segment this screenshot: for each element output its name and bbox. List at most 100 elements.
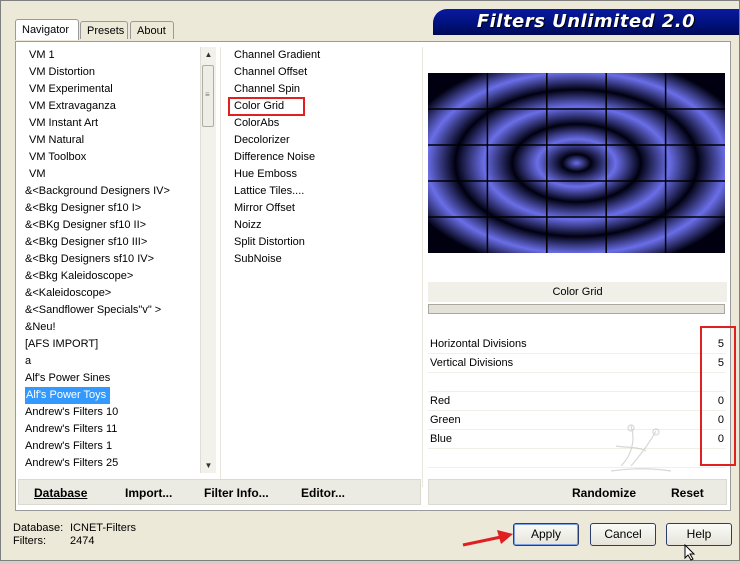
category-item-label: &<Kaleidoscope> bbox=[25, 287, 112, 299]
parameter-label: Vertical Divisions bbox=[430, 357, 514, 369]
category-item-label: &<Background Designers IV> bbox=[25, 185, 170, 197]
category-item[interactable]: Alf's Power Sines bbox=[21, 370, 196, 387]
category-item[interactable]: VM Experimental bbox=[21, 81, 196, 98]
category-item[interactable]: Alf's Power Toys bbox=[21, 387, 196, 404]
category-item[interactable]: &<BKg Designer sf10 II> bbox=[21, 217, 196, 234]
filter-item[interactable]: Split Distortion bbox=[229, 234, 419, 251]
red-arrow-icon bbox=[461, 525, 516, 552]
filter-item[interactable]: Channel Gradient bbox=[229, 47, 419, 64]
randomize-button[interactable]: Randomize bbox=[572, 480, 636, 506]
tab-about[interactable]: About bbox=[130, 21, 174, 39]
category-item[interactable]: Andrew's Filters 10 bbox=[21, 404, 196, 421]
category-item-label: VM Extravaganza bbox=[29, 100, 116, 112]
parameter-row[interactable]: Green 0 bbox=[428, 411, 726, 430]
category-item-label: Andrew's Filters 1 bbox=[25, 440, 113, 452]
parameter-label: Red bbox=[430, 395, 451, 407]
category-scrollbar[interactable]: ▲ ≡ ▼ bbox=[200, 47, 216, 473]
database-status-value: ICNET-Filters bbox=[70, 522, 136, 534]
scroll-down-icon[interactable]: ▼ bbox=[201, 458, 216, 473]
parameter-slider[interactable] bbox=[428, 304, 725, 314]
category-item[interactable]: a bbox=[21, 353, 196, 370]
parameter-label: Green bbox=[430, 414, 461, 426]
filter-item[interactable]: Difference Noise bbox=[229, 149, 419, 166]
parameter-row[interactable]: Blue 0 bbox=[428, 430, 726, 449]
category-item[interactable]: VM Extravaganza bbox=[21, 98, 196, 115]
database-button[interactable]: Database bbox=[34, 480, 87, 506]
parameter-row[interactable]: Vertical Divisions 5 bbox=[428, 354, 726, 373]
category-item-label: VM Distortion bbox=[29, 66, 96, 78]
category-item-label: VM 1 bbox=[29, 49, 55, 61]
parameter-row bbox=[428, 373, 726, 392]
preview-image bbox=[428, 73, 725, 253]
category-item[interactable]: Andrew's Filters 1 bbox=[21, 438, 196, 455]
highlight-box bbox=[700, 326, 736, 466]
mouse-cursor-icon bbox=[684, 543, 696, 564]
category-list[interactable]: VM 1 VM Distortion VM Experimental VM Extra… bbox=[21, 47, 196, 471]
parameter-row[interactable]: Red 0 bbox=[428, 392, 726, 411]
category-item[interactable]: &<Background Designers IV> bbox=[21, 183, 196, 200]
help-button[interactable]: Help bbox=[666, 523, 732, 546]
parameter-list: Horizontal Divisions 5 Vertical Divisions 5… bbox=[428, 335, 726, 487]
filter-item[interactable]: ColorAbs bbox=[229, 115, 419, 132]
category-item-label: VM Experimental bbox=[29, 83, 113, 95]
scrollbar-thumb[interactable]: ≡ bbox=[202, 65, 214, 127]
filter-list[interactable]: Channel Gradient Channel Offset Channel Sp… bbox=[228, 47, 419, 268]
category-item-label: Andrew's Filters 11 bbox=[25, 423, 118, 435]
parameter-row[interactable]: Horizontal Divisions 5 bbox=[428, 335, 726, 354]
category-item[interactable]: VM Toolbox bbox=[21, 149, 196, 166]
category-item[interactable]: VM Distortion bbox=[21, 64, 196, 81]
filter-item[interactable]: SubNoise bbox=[229, 251, 419, 268]
category-item[interactable]: &<Bkg Kaleidoscope> bbox=[21, 268, 196, 285]
category-item[interactable]: &<Bkg Designer sf10 I> bbox=[21, 200, 196, 217]
category-item-label: VM Natural bbox=[29, 134, 85, 146]
apply-button[interactable]: Apply bbox=[513, 523, 579, 546]
tab-navigator[interactable]: Navigator bbox=[15, 19, 79, 40]
filter-info-button[interactable]: Filter Info... bbox=[204, 480, 269, 506]
parameter-label: Horizontal Divisions bbox=[430, 338, 527, 350]
category-item-label: a bbox=[25, 355, 32, 367]
divider bbox=[422, 47, 423, 487]
category-item[interactable]: &<Bkg Designers sf10 IV> bbox=[21, 251, 196, 268]
cancel-button[interactable]: Cancel bbox=[590, 523, 656, 546]
tab-presets[interactable]: Presets bbox=[80, 21, 128, 39]
category-item-label: &<Sandflower Specials"v" > bbox=[25, 304, 162, 316]
filter-item[interactable]: Decolorizer bbox=[229, 132, 419, 149]
category-item[interactable]: VM bbox=[21, 166, 196, 183]
category-item[interactable]: VM Instant Art bbox=[21, 115, 196, 132]
filter-item[interactable]: Color Grid bbox=[228, 97, 305, 116]
filter-item[interactable]: Lattice Tiles.... bbox=[229, 183, 419, 200]
category-item-label: &<BKg Designer sf10 II> bbox=[25, 219, 147, 231]
category-item-label: &<Bkg Kaleidoscope> bbox=[25, 270, 134, 282]
filter-item[interactable]: Hue Emboss bbox=[229, 166, 419, 183]
category-item[interactable]: &<Bkg Designer sf10 III> bbox=[21, 234, 196, 251]
category-item-label: Alf's Power Sines bbox=[25, 372, 111, 384]
filters-unlimited-dialog: Navigator Presets About Filters Unlimite… bbox=[0, 0, 740, 561]
filters-status-label: Filters: bbox=[13, 535, 46, 547]
import-button[interactable]: Import... bbox=[125, 480, 172, 506]
filter-item[interactable]: Channel Spin bbox=[229, 81, 419, 98]
category-item[interactable]: VM 1 bbox=[21, 47, 196, 64]
filter-preview bbox=[428, 73, 725, 253]
category-item-label: &<Bkg Designer sf10 III> bbox=[25, 236, 148, 248]
status-info: Database: ICNET-Filters Filters: 2474 bbox=[13, 522, 136, 548]
navigator-toolbar: Database Import... Filter Info... Editor… bbox=[18, 479, 421, 505]
database-label: Database bbox=[34, 486, 88, 500]
filter-item[interactable]: Mirror Offset bbox=[229, 200, 419, 217]
category-item[interactable]: &<Kaleidoscope> bbox=[21, 285, 196, 302]
category-item[interactable]: Andrew's Filters 11 bbox=[21, 421, 196, 438]
category-item[interactable]: [AFS IMPORT] bbox=[21, 336, 196, 353]
scroll-up-icon[interactable]: ▲ bbox=[201, 47, 216, 62]
category-item[interactable]: &Neu! bbox=[21, 319, 196, 336]
category-item-label: &<Bkg Designers sf10 IV> bbox=[25, 253, 155, 265]
category-item-label: VM Toolbox bbox=[29, 151, 87, 163]
editor-button[interactable]: Editor... bbox=[301, 480, 345, 506]
filter-item[interactable]: Noizz bbox=[229, 217, 419, 234]
category-item[interactable]: VM Natural bbox=[21, 132, 196, 149]
reset-button[interactable]: Reset bbox=[671, 480, 704, 506]
category-item[interactable]: Andrew's Filters 25 bbox=[21, 455, 196, 471]
category-item[interactable]: &<Sandflower Specials"v" > bbox=[21, 302, 196, 319]
filter-item[interactable]: Channel Offset bbox=[229, 64, 419, 81]
parameter-row-empty bbox=[428, 449, 726, 468]
category-item-label: Andrew's Filters 25 bbox=[25, 457, 119, 469]
filter-title: Color Grid bbox=[428, 281, 727, 302]
